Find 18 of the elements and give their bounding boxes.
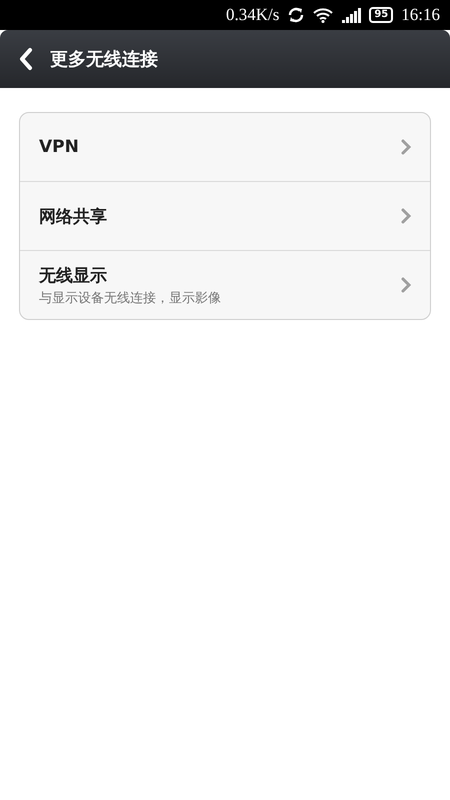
item-title: VPN <box>39 137 79 157</box>
back-icon[interactable] <box>18 47 34 71</box>
settings-item[interactable]: 无线显示 与显示设备无线连接，显示影像 <box>20 250 430 319</box>
clock: 16:16 <box>401 5 440 25</box>
chevron-icon <box>400 207 412 225</box>
chevron-icon <box>400 138 412 156</box>
settings-item[interactable]: VPN <box>20 113 430 181</box>
signal-icon <box>341 7 362 23</box>
network-speed: 0.34K/s <box>226 5 280 25</box>
sync-icon <box>287 7 306 23</box>
battery-level: 95 <box>369 7 394 23</box>
item-subtitle: 与显示设备无线连接，显示影像 <box>39 290 221 306</box>
item-title: 无线显示 <box>39 264 108 286</box>
page-title: 更多无线连接 <box>50 48 158 71</box>
settings-item[interactable]: 网络共享 <box>20 181 430 250</box>
item-title: 网络共享 <box>39 206 107 228</box>
chevron-icon <box>400 276 412 294</box>
wifi-icon <box>313 7 334 23</box>
